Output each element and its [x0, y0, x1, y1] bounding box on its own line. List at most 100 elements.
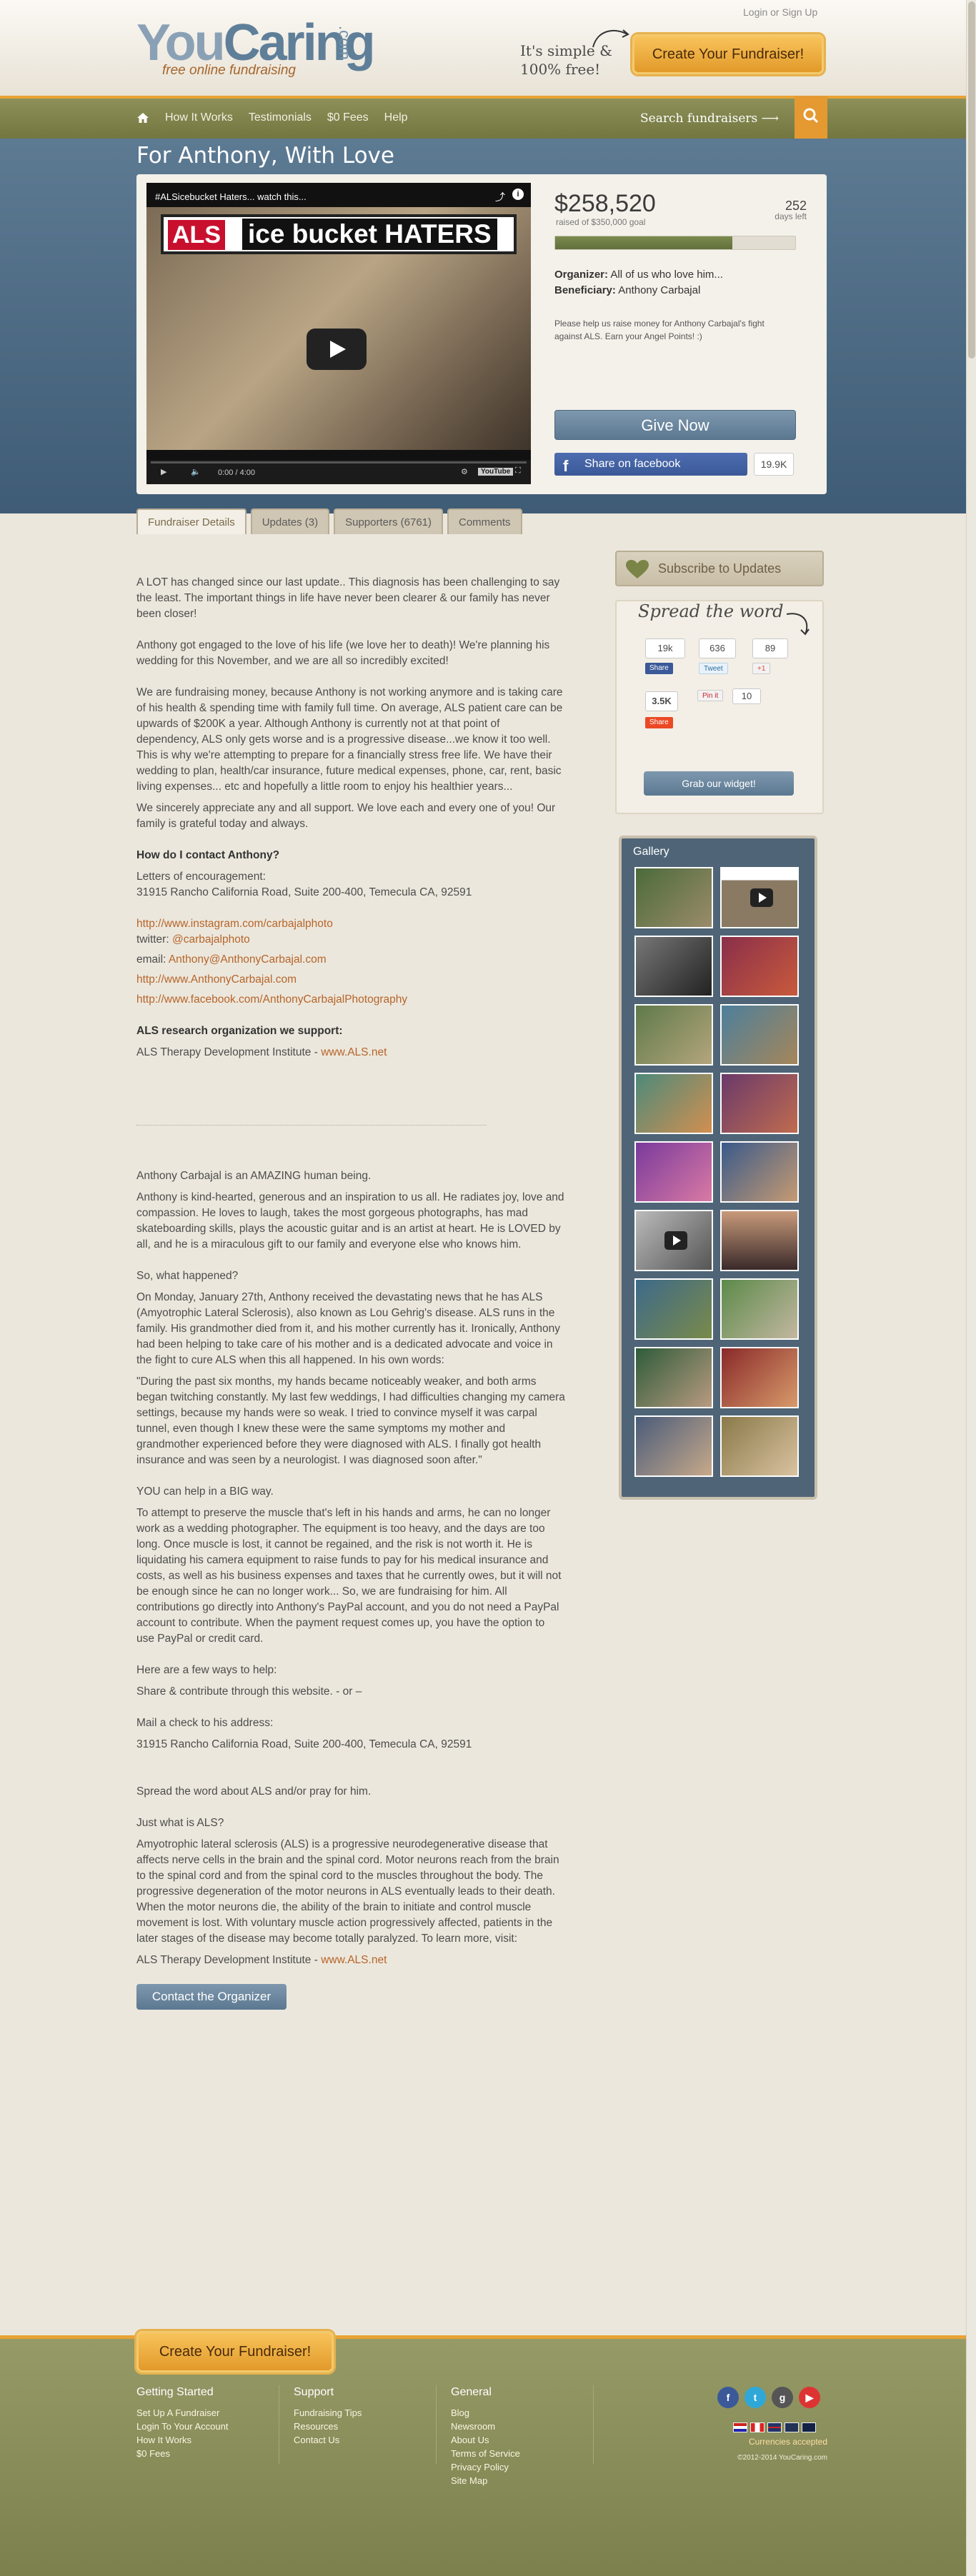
- gallery-photo[interactable]: [720, 1141, 799, 1203]
- story-paragraph: Anthony is kind-hearted, generous and an…: [136, 1191, 564, 1251]
- home-icon[interactable]: [136, 112, 149, 124]
- als-net-link[interactable]: www.ALS.net: [321, 1046, 387, 1058]
- tab-fundraiser-details[interactable]: Fundraiser Details: [136, 508, 247, 534]
- nav-how-it-works[interactable]: How It Works: [165, 111, 233, 124]
- footer-link[interactable]: Login To Your Account: [136, 2420, 228, 2433]
- page-scrollbar[interactable]: [966, 0, 976, 2576]
- gplus-button[interactable]: +1: [752, 663, 771, 674]
- gallery-photo[interactable]: [634, 1347, 713, 1408]
- facebook-share-button[interactable]: f Share on facebook: [554, 453, 747, 476]
- gallery-photo[interactable]: [634, 867, 713, 928]
- gallery-photo[interactable]: [634, 1141, 713, 1203]
- create-fundraiser-button[interactable]: Create Your Fundraiser!: [632, 34, 824, 74]
- video-player[interactable]: #ALSicebucket Haters... watch this... ⤴ …: [146, 183, 531, 484]
- create-fundraiser-button-footer[interactable]: Create Your Fundraiser!: [136, 2331, 334, 2372]
- nav-help[interactable]: Help: [384, 111, 408, 124]
- twitter-icon[interactable]: t: [745, 2387, 766, 2408]
- als-net-link[interactable]: www.ALS.net: [321, 1954, 387, 1966]
- letters-label: Letters of encouragement:: [136, 871, 266, 883]
- search-button[interactable]: [795, 96, 827, 139]
- facebook-icon[interactable]: f: [717, 2387, 739, 2408]
- footer-link[interactable]: About Us: [451, 2433, 520, 2447]
- footer-link[interactable]: Terms of Service: [451, 2447, 520, 2460]
- volume-icon[interactable]: 🔈: [191, 467, 201, 476]
- video-frame[interactable]: ALS ice bucket HATERS: [146, 207, 531, 450]
- gallery-photo[interactable]: [634, 1415, 713, 1477]
- footer-link[interactable]: How It Works: [136, 2433, 228, 2447]
- gallery-video-thumb[interactable]: [720, 867, 799, 928]
- gallery-photo[interactable]: [720, 936, 799, 997]
- fullscreen-icon[interactable]: ⛶: [515, 466, 521, 476]
- youtube-icon[interactable]: YouTube: [478, 468, 514, 476]
- footer-link[interactable]: Privacy Policy: [451, 2460, 520, 2474]
- days-left-label: days left: [775, 211, 807, 221]
- footer-link[interactable]: $0 Fees: [136, 2447, 228, 2460]
- story-paragraph: Anthony got engaged to the love of his l…: [136, 639, 550, 667]
- twitter-link[interactable]: @carbajalphoto: [172, 933, 250, 946]
- spread-title: Spread the word: [638, 601, 784, 621]
- tweet-button[interactable]: Tweet: [699, 663, 728, 674]
- right-arrow-icon: ⟶: [761, 111, 780, 126]
- footer-link[interactable]: Set Up A Fundraiser: [136, 2406, 228, 2420]
- nav-fees[interactable]: $0 Fees: [327, 111, 369, 124]
- footer-link[interactable]: Newsroom: [451, 2420, 520, 2433]
- search-fundraisers-label[interactable]: Search fundraisers ⟶: [640, 111, 779, 126]
- gallery-photo[interactable]: [720, 1278, 799, 1340]
- organizer-label: Organizer:: [554, 269, 609, 281]
- footer-link[interactable]: Fundraising Tips: [294, 2406, 362, 2420]
- gallery-photo[interactable]: [720, 1415, 799, 1477]
- video-title[interactable]: #ALSicebucket Haters... watch this...: [155, 191, 307, 202]
- facebook-link[interactable]: http://www.facebook.com/AnthonyCarbajalP…: [136, 993, 407, 1006]
- eu-flag-icon: [785, 2422, 799, 2432]
- grab-widget-button[interactable]: Grab our widget!: [644, 771, 794, 796]
- progress-bar: [554, 236, 796, 250]
- gallery-photo[interactable]: [634, 1278, 713, 1340]
- pin-it-button[interactable]: Pin it: [697, 690, 724, 701]
- australia-flag-icon: [802, 2422, 816, 2432]
- website-link[interactable]: http://www.AnthonyCarbajal.com: [136, 973, 297, 986]
- footer-col-title: Support: [294, 2386, 334, 2398]
- email-link[interactable]: Anthony@AnthonyCarbajal.com: [169, 953, 327, 966]
- gallery: Gallery: [619, 836, 817, 1500]
- settings-icon[interactable]: ⚙: [461, 467, 468, 476]
- contact-organizer-button[interactable]: Contact the Organizer: [136, 1984, 287, 2010]
- share-button-small[interactable]: Share: [645, 717, 673, 728]
- story-paragraph: On Monday, January 27th, Anthony receive…: [136, 1291, 560, 1366]
- tab-supporters[interactable]: Supporters (6761): [334, 508, 443, 534]
- story-paragraph: Share & contribute through this website.…: [136, 1685, 362, 1698]
- tab-comments[interactable]: Comments: [447, 508, 522, 534]
- youtube-icon[interactable]: ▶: [799, 2387, 820, 2408]
- gallery-photo[interactable]: [720, 1347, 799, 1408]
- gallery-photo[interactable]: [634, 1004, 713, 1066]
- info-icon[interactable]: i: [512, 189, 524, 200]
- play-button[interactable]: [307, 329, 367, 370]
- google-plus-icon[interactable]: g: [772, 2387, 793, 2408]
- footer-link[interactable]: Contact Us: [294, 2433, 362, 2447]
- footer-getting-started: Getting Started Set Up A Fundraiser Logi…: [136, 2385, 228, 2460]
- gallery-photo[interactable]: [720, 1073, 799, 1134]
- play-icon[interactable]: ▶: [161, 467, 166, 476]
- gallery-photo[interactable]: [720, 1004, 799, 1066]
- gallery-video-thumb[interactable]: [634, 1210, 713, 1271]
- give-now-button[interactable]: Give Now: [554, 410, 796, 440]
- curved-arrow-icon: [786, 613, 810, 636]
- gallery-photo[interactable]: [634, 1073, 713, 1134]
- subscribe-button[interactable]: Subscribe to Updates: [615, 551, 824, 586]
- login-signup-link[interactable]: Login or Sign Up: [743, 6, 817, 18]
- gallery-photo[interactable]: [634, 936, 713, 997]
- page-title: For Anthony, With Love: [136, 143, 394, 169]
- facebook-share-small[interactable]: Share: [645, 663, 673, 674]
- footer-link[interactable]: Blog: [451, 2406, 520, 2420]
- nav-testimonials[interactable]: Testimonials: [249, 111, 312, 124]
- share-icon[interactable]: ⤴: [495, 190, 505, 204]
- youcaring-logo[interactable]: YouCaring .com free online fundraising: [136, 17, 379, 81]
- organizer-name: All of us who love him...: [610, 269, 723, 281]
- video-progress-bar[interactable]: [151, 461, 527, 463]
- banner-text: ice bucket HATERS: [242, 219, 497, 250]
- footer-link[interactable]: Site Map: [451, 2474, 520, 2487]
- gallery-photo[interactable]: [720, 1210, 799, 1271]
- instagram-link[interactable]: http://www.instagram.com/carbajalphoto: [136, 918, 333, 930]
- footer-link[interactable]: Resources: [294, 2420, 362, 2433]
- scrollbar-thumb[interactable]: [968, 1, 975, 359]
- tab-updates[interactable]: Updates (3): [250, 508, 330, 534]
